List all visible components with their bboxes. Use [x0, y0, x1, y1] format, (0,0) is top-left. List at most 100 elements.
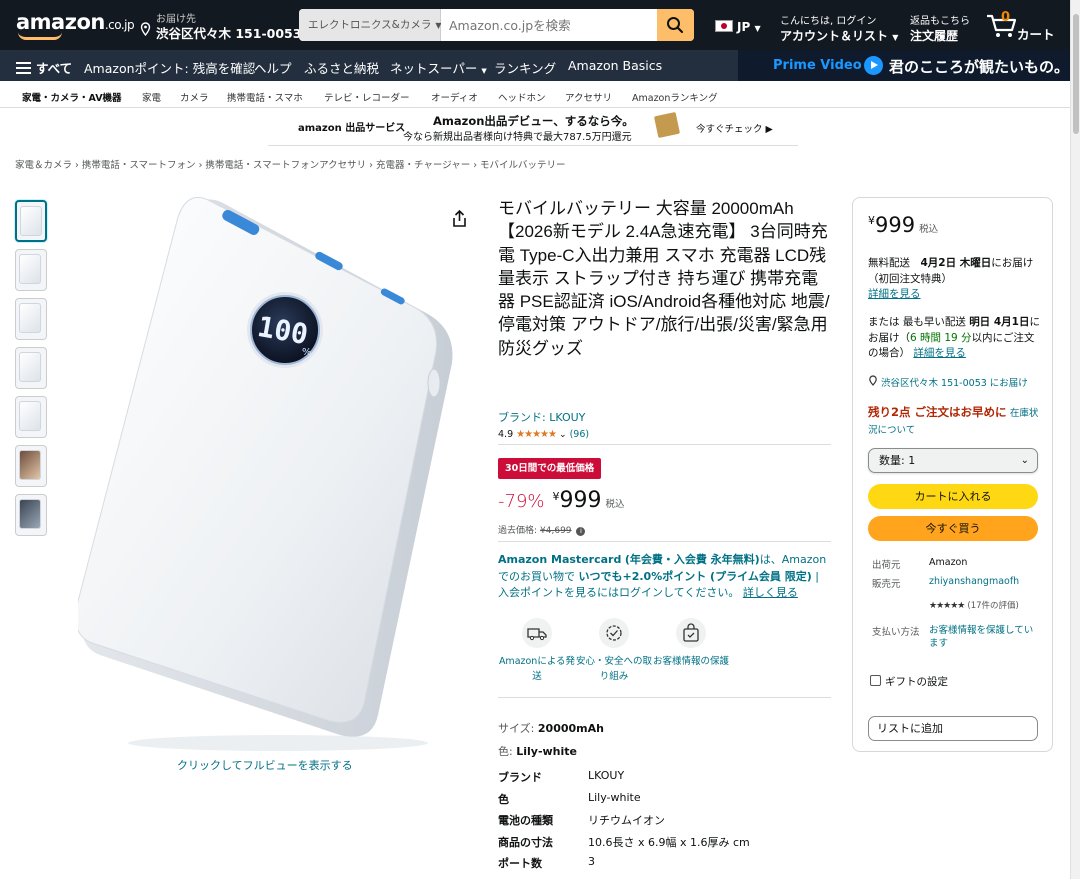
full-view-link[interactable]: クリックしてフルビューを表示する — [177, 757, 353, 773]
spec-value: 10.6長さ x 6.9幅 x 1.6厚み cm — [588, 836, 750, 849]
lcd-percent: % — [302, 347, 312, 358]
thumbnail-1[interactable] — [15, 200, 47, 242]
review-count[interactable]: (96) — [570, 429, 590, 440]
subnav-item-tv[interactable]: テレビ・レコーダー — [324, 90, 410, 104]
spec-key: 商品の寸法 — [498, 836, 553, 849]
search-bar: エレクトロニクス&カメラ ▼ — [299, 9, 694, 41]
caret-down-icon: ▼ — [481, 67, 487, 75]
subnav-item-headphones[interactable]: ヘッドホン — [498, 90, 546, 104]
thumbnail-3[interactable] — [15, 298, 47, 340]
subnav-item-phones[interactable]: 携帯電話・スマホ — [227, 90, 303, 104]
prime-tagline: 君のこころが観たいもの。 — [889, 58, 1070, 76]
buybox-price-value: 999 — [875, 213, 916, 237]
nav-item-ranking[interactable]: ランキング — [494, 58, 556, 77]
fast-details-link[interactable]: 詳細を見る — [913, 347, 966, 359]
subnav-item-appliances[interactable]: 家電 — [142, 90, 161, 104]
mastercard-fee: (年会費・入会費 永年無料) — [624, 553, 760, 566]
spec-value: リチウムイオン — [588, 814, 665, 827]
location-pin-icon — [868, 375, 881, 389]
spec-key: ブランド — [498, 771, 542, 784]
rating-summary[interactable]: 4.9 ★★★★★ ⌄ (96) — [498, 429, 589, 440]
subnav-item-ranking[interactable]: Amazonランキング — [632, 90, 718, 104]
category-subnav: 家電・カメラ・AV機器 家電 カメラ 携帯電話・スマホ テレビ・レコーダー オー… — [0, 81, 1070, 108]
nav-item-netsuper[interactable]: ネットスーパー ▼ — [390, 58, 487, 77]
share-button[interactable] — [452, 209, 467, 231]
nav-item-furusato[interactable]: ふるさと納税 — [304, 58, 379, 77]
ad-brand: amazon 出品サービス — [298, 123, 406, 134]
gift-checkbox[interactable] — [870, 675, 881, 686]
orders-link[interactable]: 返品もこちら 注文履歴 — [910, 12, 970, 44]
subnav-item-accessories[interactable]: アクセサリ — [565, 90, 612, 104]
japan-flag-icon — [715, 20, 733, 32]
nav-item-help[interactable]: ヘルプ — [254, 58, 292, 77]
discount-percent: -79% — [498, 491, 545, 512]
spec-key: ポート数 — [498, 857, 542, 870]
search-input[interactable] — [441, 9, 657, 41]
language-selector[interactable]: JP ▼ — [715, 20, 761, 34]
seller-review-count: (17件の評価) — [967, 601, 1019, 611]
amazon-logo[interactable]: amazon.co.jp — [16, 10, 135, 34]
seller-ad-banner[interactable]: amazon 出品サービス Amazon出品デビュー、するなら今。 今なら新規出… — [268, 110, 798, 146]
countdown: 6 時間 19 分 — [910, 331, 972, 344]
feature-safety[interactable]: 安心・安全への取り組み — [575, 618, 653, 684]
cart-count: 0 — [1001, 10, 1011, 25]
prime-video-banner[interactable]: Prime Video 君のこころが観たいもの。 — [738, 50, 1070, 81]
divider — [498, 541, 831, 542]
page-scrollbar[interactable] — [1070, 0, 1080, 879]
thumbnail-5[interactable] — [15, 396, 47, 438]
breadcrumb[interactable]: 家電＆カメラ › 携帯電話・スマートフォン › 携帯電話・スマートフォンアクセサ… — [15, 157, 566, 171]
gift-option[interactable]: ギフトの設定 — [870, 674, 948, 689]
add-to-list-button[interactable]: リストに追加 — [868, 716, 1038, 741]
color-value: Lily-white — [516, 745, 577, 758]
buy-box: ¥999 税込 無料配送 4月2日 木曜日にお届け（初回注文特典） 詳細を見る ま… — [852, 197, 1053, 752]
info-icon[interactable]: i — [576, 527, 586, 536]
feature-amazon-shipping[interactable]: Amazonによる発送 — [498, 618, 576, 684]
delivery-location-text: 渋谷区代々木 151-0053 にお届け — [881, 378, 1028, 389]
mastercard-promo: Amazon Mastercard (年会費・入会費 永年無料)は、Amazon… — [498, 552, 832, 602]
all-menu-button[interactable]: すべて — [16, 58, 72, 77]
mastercard-details-link[interactable]: 詳しく見る — [743, 586, 798, 599]
delivery-prefix: 無料配送 — [868, 257, 910, 269]
account-menu[interactable]: こんにちは, ログイン アカウント＆リスト ▼ — [780, 12, 898, 44]
thumbnail-image — [19, 352, 41, 382]
scrollbar-thumb[interactable] — [1073, 14, 1079, 134]
thumbnail-image — [19, 254, 41, 284]
logo-smile-icon — [18, 32, 62, 40]
spec-key: 色 — [498, 793, 509, 806]
delivery-info: 無料配送 4月2日 木曜日にお届け（初回注文特典） 詳細を見る — [868, 256, 1040, 303]
mastercard-brand[interactable]: Amazon Mastercard — [498, 553, 621, 566]
spec-key: 電池の種類 — [498, 814, 553, 827]
quantity-select[interactable]: 数量: 1 ⌄ — [868, 448, 1038, 473]
payment-link[interactable]: お客様情報を保護しています — [929, 624, 1034, 650]
buy-now-button[interactable]: 今すぐ買う — [868, 516, 1038, 541]
nav-item-basics[interactable]: Amazon Basics — [568, 58, 662, 73]
ad-cta[interactable]: 今すぐチェック ▶ — [696, 121, 773, 135]
gift-label: ギフトの設定 — [885, 676, 948, 688]
brand-link[interactable]: ブランド: LKOUY — [498, 409, 585, 425]
thumbnail-image — [20, 206, 42, 236]
mastercard-highlight: いつでも+2.0%ポイント (プライム会員 限定) — [578, 569, 812, 583]
thumbnail-6[interactable] — [15, 445, 47, 487]
delivery-details-link[interactable]: 詳細を見る — [868, 288, 921, 300]
prime-video-logo: Prime Video — [773, 58, 862, 73]
search-category-select[interactable]: エレクトロニクス&カメラ ▼ — [299, 9, 442, 41]
thumbnail-image — [19, 450, 41, 480]
feature-privacy[interactable]: お客様情報の保護 — [652, 618, 730, 669]
thumbnail-7[interactable] — [15, 494, 47, 536]
subnav-item-camera[interactable]: カメラ — [180, 90, 209, 104]
seller-link[interactable]: zhiyanshangmaofh — [929, 576, 1019, 587]
subnav-item-audio[interactable]: オーディオ — [431, 90, 478, 104]
thumbnail-4[interactable] — [15, 347, 47, 389]
chevron-down-icon: ⌄ — [559, 430, 567, 440]
add-to-cart-button[interactable]: カートに入れる — [868, 484, 1038, 509]
nav-item-points[interactable]: Amazonポイント: 残高を確認 — [84, 58, 255, 77]
list-price-label: 過去価格: — [498, 526, 538, 536]
thumbnail-2[interactable] — [15, 249, 47, 291]
seller-rating[interactable]: ★★★★★ (17件の評価) — [929, 599, 1039, 613]
main-product-image[interactable]: 100 % — [74, 195, 458, 755]
search-button[interactable] — [657, 9, 694, 41]
delivery-location[interactable]: 渋谷区代々木 151-0053 にお届け — [868, 375, 1028, 389]
cart-button[interactable]: 0 カート — [985, 10, 1065, 42]
badge-icon — [599, 618, 629, 648]
subnav-item-electronics[interactable]: 家電・カメラ・AV機器 — [22, 90, 122, 104]
